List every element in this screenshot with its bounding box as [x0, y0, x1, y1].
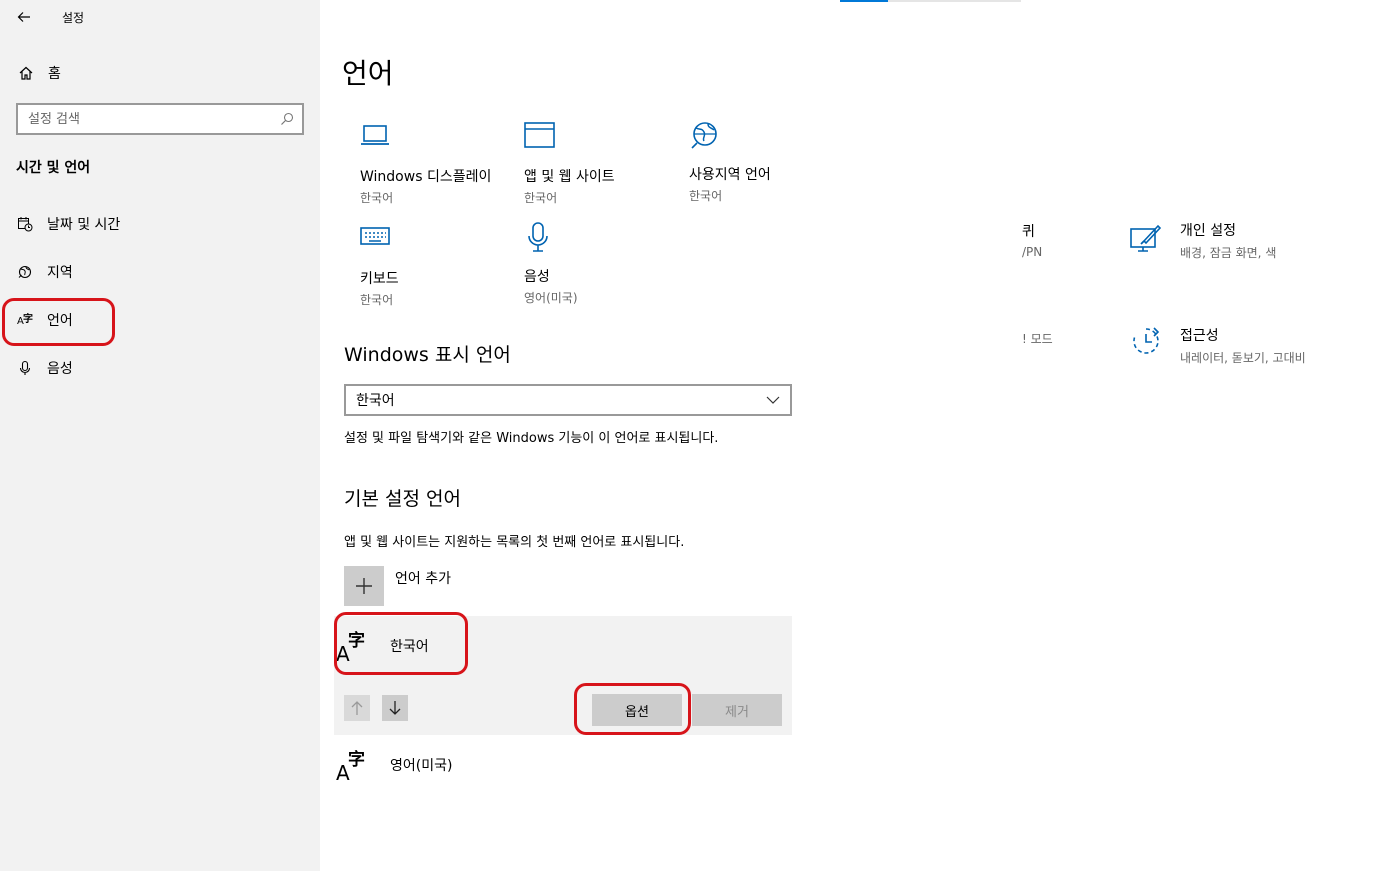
page-title: 언어 [342, 57, 394, 90]
language-icon: A 字 [334, 626, 374, 666]
peek-sub: 배경, 잠금 화면, 색 [1180, 246, 1277, 260]
background-peek-mode: ! 모드 [1022, 326, 1053, 347]
add-language-label: 언어 추가 [395, 571, 451, 587]
language-name: 한국어 [390, 639, 429, 655]
tile-sub: 한국어 [689, 189, 723, 203]
background-peek-personalization: 개인 설정 배경, 잠금 화면, 색 [1130, 220, 1276, 261]
home-label: 홈 [48, 66, 61, 82]
home-icon [19, 66, 33, 80]
sidebar-item-speech[interactable]: 음성 [16, 356, 73, 380]
section-title: 시간 및 언어 [16, 160, 91, 176]
peek-sub: ! 모드 [1022, 332, 1053, 346]
tile-label: 음성 [524, 269, 550, 285]
language-item-english-us[interactable]: A 字 영어(미국) [334, 745, 452, 785]
sidebar-item-label: 음성 [47, 361, 73, 377]
tile-speech[interactable]: 음성 영어(미국) [524, 222, 684, 306]
tile-label: 앱 및 웹 사이트 [524, 169, 615, 185]
personalization-icon [1130, 224, 1162, 252]
sidebar-item-date-time[interactable]: 날짜 및 시간 [16, 212, 120, 236]
sidebar-item-region[interactable]: 지역 [16, 260, 73, 284]
display-language-heading: Windows 표시 언어 [344, 344, 511, 366]
peek-label: 개인 설정 [1180, 223, 1236, 239]
language-glyph-cjk: 字 [348, 750, 365, 770]
title-bar: 설정 [16, 6, 84, 28]
preferred-language-description: 앱 및 웹 사이트는 지원하는 목록의 첫 번째 언어로 표시됩니다. [344, 535, 685, 550]
plus-icon [356, 578, 372, 594]
move-up-button[interactable] [344, 695, 370, 721]
tile-sub: 영어(미국) [524, 291, 578, 305]
scroll-indicator-track [888, 0, 1021, 2]
scroll-indicator-accent [840, 0, 888, 2]
chevron-down-icon [766, 396, 780, 404]
laptop-icon [360, 122, 520, 162]
sidebar-item-label: 지역 [47, 265, 73, 281]
search-box[interactable] [16, 103, 304, 135]
dropdown-value: 한국어 [356, 393, 395, 409]
language-glyph-cjk: 字 [23, 314, 33, 325]
search-icon[interactable] [280, 112, 294, 126]
peek-sub: /PN [1022, 245, 1043, 259]
sidebar-item-label: 언어 [47, 313, 73, 329]
background-peek-network: 퀴 /PN [1022, 221, 1042, 259]
display-language-dropdown[interactable]: 한국어 [344, 384, 792, 416]
sidebar: 설정 홈 시간 및 언어 날짜 및 시간 지역 A 字 언어 음성 [0, 0, 320, 871]
tile-label: Windows 디스플레이 [360, 169, 492, 185]
globe-icon [689, 120, 849, 160]
accessibility-icon [1133, 327, 1160, 354]
peek-label: 퀴 [1022, 224, 1035, 240]
move-down-button[interactable] [382, 695, 408, 721]
remove-button[interactable]: 제거 [692, 694, 782, 726]
tile-label: 키보드 [360, 271, 399, 287]
calendar-clock-icon [16, 215, 34, 233]
tile-windows-display[interactable]: Windows 디스플레이 한국어 [360, 122, 520, 206]
language-icon: A 字 [16, 311, 34, 329]
preferred-language-heading: 기본 설정 언어 [344, 488, 461, 510]
microphone-icon [524, 222, 684, 262]
peek-label: 접근성 [1180, 328, 1219, 344]
tile-regional-language[interactable]: 사용지역 언어 한국어 [689, 120, 849, 204]
microphone-icon [16, 359, 34, 377]
tile-sub: 한국어 [360, 191, 394, 205]
add-language-button[interactable] [344, 566, 384, 606]
tile-keyboard[interactable]: 키보드 한국어 [360, 224, 520, 308]
search-input[interactable] [28, 111, 268, 127]
arrow-up-icon [351, 701, 363, 715]
display-language-description: 설정 및 파일 탐색기와 같은 Windows 기능이 이 언어로 표시됩니다. [344, 431, 719, 446]
tile-sub: 한국어 [360, 293, 394, 307]
back-arrow-icon[interactable] [16, 9, 32, 25]
window-icon [524, 122, 684, 162]
keyboard-icon [360, 224, 520, 264]
arrow-down-icon [389, 701, 401, 715]
background-peek-accessibility: 접근성 내레이터, 돋보기, 고대비 [1130, 325, 1306, 366]
add-language-row[interactable]: 언어 추가 [344, 566, 451, 606]
language-glyph-cjk: 字 [348, 631, 365, 651]
app-title: 설정 [62, 10, 85, 25]
sidebar-item-language[interactable]: A 字 언어 [16, 308, 73, 332]
tile-sub: 한국어 [524, 191, 558, 205]
globe-region-icon [16, 263, 34, 281]
language-name: 영어(미국) [390, 758, 453, 774]
sidebar-item-label: 날짜 및 시간 [47, 217, 121, 233]
tile-apps-websites[interactable]: 앱 및 웹 사이트 한국어 [524, 122, 684, 206]
main-content: 언어 Windows 디스플레이 한국어 앱 및 웹 사이트 한국어 사용지역 … [320, 0, 1398, 871]
language-item-korean[interactable]: A 字 한국어 [334, 626, 429, 666]
options-button[interactable]: 옵션 [592, 694, 682, 726]
home-nav[interactable]: 홈 [18, 63, 61, 83]
tile-label: 사용지역 언어 [689, 167, 771, 183]
peek-sub: 내레이터, 돋보기, 고대비 [1180, 351, 1306, 365]
language-icon: A 字 [334, 745, 374, 785]
